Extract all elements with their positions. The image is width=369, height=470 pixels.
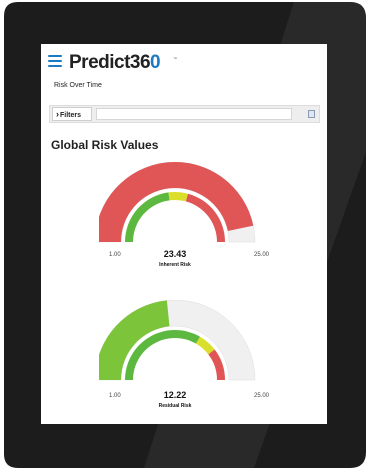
filter-input[interactable] [96,108,292,120]
filter-bar: ›Filters [49,105,320,123]
gauge-max-label: 25.00 [253,393,269,399]
gauge-threshold-band [168,192,188,202]
gauge-value: 12.22 [163,390,187,400]
logo-accent-text: 0 [150,52,161,73]
residual-risk-gauge: 1.00 25.00 12.22 Residual Risk [99,300,269,410]
gauge-label: Residual Risk [158,403,192,409]
chevron-right-icon: › [56,109,59,119]
residual-risk-gauge-chart [99,300,256,381]
gauge-value: 23.43 [163,249,187,259]
app-header: Predict360 ™ [41,44,327,80]
inherent-risk-gauge: 1.00 25.00 23.43 Inherent Risk [99,162,269,272]
section-title: Global Risk Values [51,138,159,152]
logo-trademark: ™ [173,56,177,61]
app-logo: Predict360 [69,52,161,74]
page-subtitle: Risk Over Time [54,82,102,89]
filters-button[interactable]: ›Filters [52,107,92,121]
hamburger-menu-icon[interactable] [48,55,62,67]
app-screen: Predict360 ™ Risk Over Time ›Filters Glo… [41,44,327,424]
gauge-value-fill [99,162,254,242]
calendar-icon[interactable] [308,110,315,118]
gauge-label: Inherent Risk [159,262,191,268]
logo-text: Predict36 [69,52,151,73]
inherent-risk-gauge-chart [99,162,256,243]
gauge-max-label: 25.00 [253,252,269,258]
filters-button-label: Filters [60,112,82,119]
